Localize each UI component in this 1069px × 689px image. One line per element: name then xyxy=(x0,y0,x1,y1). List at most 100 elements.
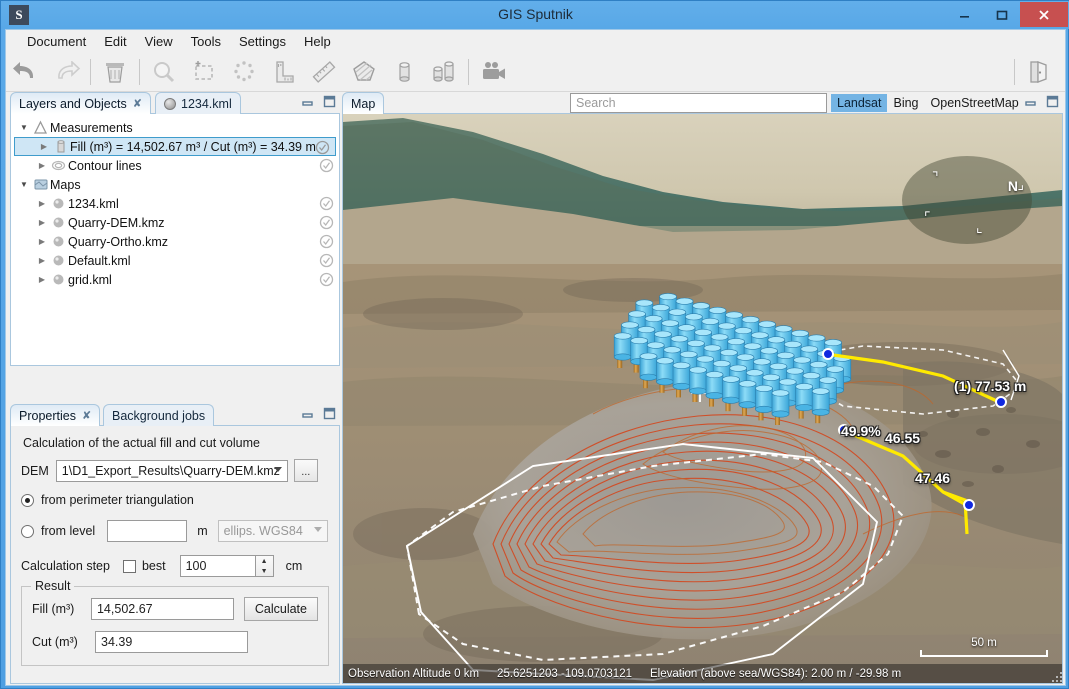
fill-value-input[interactable]: 14,502.67 xyxy=(90,598,234,620)
polygon-select-icon[interactable] xyxy=(224,53,264,91)
radio-from-perimeter[interactable] xyxy=(21,493,34,507)
contour-icon xyxy=(49,158,68,173)
tab-background-jobs[interactable]: Background jobs xyxy=(103,404,215,426)
menu-tools[interactable]: Tools xyxy=(182,32,230,51)
chevron-down-icon[interactable]: ▼ xyxy=(17,123,31,132)
stepper-down-icon[interactable]: ▼ xyxy=(256,566,273,576)
chevron-right-icon[interactable]: ▶ xyxy=(35,218,49,227)
compass-mark-se: ⌞ xyxy=(976,219,983,235)
exit-door-icon[interactable] xyxy=(1019,53,1059,91)
maximize-icon[interactable] xyxy=(983,2,1020,27)
search-input[interactable]: Search xyxy=(570,93,827,113)
close-icon[interactable] xyxy=(1020,2,1068,27)
method-level-row[interactable]: from level m ellips. WGS84 xyxy=(21,520,329,542)
close-icon[interactable]: ✘ xyxy=(133,97,142,110)
tree-row-quarry-dem[interactable]: ▶ Quarry-DEM.kmz xyxy=(11,213,339,232)
calculation-step-stepper[interactable]: ▲ ▼ xyxy=(255,555,274,577)
minimize-icon[interactable] xyxy=(301,407,314,425)
calculate-button[interactable]: Calculate xyxy=(243,597,318,621)
application-window: S GIS Sputnik Document Edit View Tools S… xyxy=(0,0,1069,689)
tree-row-grid-kml[interactable]: ▶ grid.kml xyxy=(11,270,339,289)
undo-icon[interactable] xyxy=(6,53,46,91)
menu-edit[interactable]: Edit xyxy=(95,32,135,51)
cursor-coordinates: 25.6251203 -109.0703121 xyxy=(497,667,632,680)
redo-icon[interactable] xyxy=(46,53,86,91)
basemap-bing[interactable]: Bing xyxy=(887,94,924,112)
map-viewport[interactable]: (1) 77.53 m 49.9% 46.55 47.46 ⌝ N ⌟ ⌜ ⌞ … xyxy=(342,114,1063,684)
visibility-toggle-icon[interactable] xyxy=(319,158,334,173)
tab-map[interactable]: Map xyxy=(342,92,385,114)
calculation-step-input[interactable]: 100 xyxy=(179,555,256,577)
tree-row-measurements[interactable]: ▼ Measurements xyxy=(11,118,339,137)
tree-row-fill-cut[interactable]: ▶ Fill (m³) = 14,502.67 m³ / Cut (m³) = … xyxy=(14,137,336,156)
visibility-toggle-icon[interactable] xyxy=(315,140,330,155)
close-icon[interactable]: ✘ xyxy=(82,409,91,422)
tree-row-quarry-ortho[interactable]: ▶ Quarry-Ortho.kmz xyxy=(11,232,339,251)
chevron-right-icon[interactable]: ▶ xyxy=(35,161,49,170)
ruler-corner-icon[interactable] xyxy=(264,53,304,91)
chevron-right-icon[interactable]: ▶ xyxy=(35,256,49,265)
rectangle-select-icon[interactable] xyxy=(184,53,224,91)
tree-row-default-kml[interactable]: ▶ Default.kml xyxy=(11,251,339,270)
layers-tree-container[interactable]: ▼ Measurements ▶ Fill (m³) = 14,502.67 m… xyxy=(10,114,340,366)
menu-view[interactable]: View xyxy=(136,32,182,51)
radio-from-level[interactable] xyxy=(21,524,34,538)
visibility-toggle-icon[interactable] xyxy=(319,253,334,268)
minimize-icon[interactable] xyxy=(1024,95,1037,113)
basemap-openstreetmap[interactable]: OpenStreetMap xyxy=(925,94,1025,112)
compass-mark-sw: ⌜ xyxy=(924,209,931,225)
compass-widget[interactable]: ⌝ N ⌟ ⌜ ⌞ xyxy=(902,156,1032,244)
trash-icon[interactable] xyxy=(95,53,135,91)
maximize-icon[interactable] xyxy=(1046,95,1059,113)
dem-select[interactable]: 1\D1_Export_Results\Quarry-DEM.kmz xyxy=(55,459,288,482)
resize-grip[interactable] xyxy=(1051,671,1063,683)
search-zoom-icon[interactable] xyxy=(144,53,184,91)
tab-layers-and-objects[interactable]: Layers and Objects ✘ xyxy=(10,92,151,114)
dem-browse-button[interactable]: ... xyxy=(293,459,318,482)
cylinder-icon[interactable] xyxy=(384,53,424,91)
maximize-icon[interactable] xyxy=(323,95,336,113)
datum-select[interactable]: ellips. WGS84 xyxy=(217,520,328,542)
chevron-right-icon[interactable]: ▶ xyxy=(35,237,49,246)
measure-vertex[interactable] xyxy=(822,348,834,360)
maximize-icon[interactable] xyxy=(323,407,336,425)
calculation-step-label: Calculation step xyxy=(21,559,110,573)
chevron-down-icon[interactable]: ▼ xyxy=(17,180,31,189)
stepper-up-icon[interactable]: ▲ xyxy=(256,556,273,566)
video-camera-icon[interactable] xyxy=(473,53,513,91)
chevron-right-icon[interactable]: ▶ xyxy=(35,275,49,284)
cut-value-input[interactable]: 34.39 xyxy=(95,631,248,653)
minimize-icon[interactable] xyxy=(946,2,983,27)
tab-1234-kml[interactable]: 1234.kml xyxy=(155,92,241,114)
tree-row-maps[interactable]: ▼ Maps xyxy=(11,175,339,194)
menu-document[interactable]: Document xyxy=(18,32,95,51)
visibility-toggle-icon[interactable] xyxy=(319,196,334,211)
scale-bar-line xyxy=(920,650,1048,657)
visibility-toggle-icon[interactable] xyxy=(319,234,334,249)
tree-row-contour-lines[interactable]: ▶ Contour lines xyxy=(11,156,339,175)
toolbar-separator xyxy=(1014,58,1015,85)
menu-settings[interactable]: Settings xyxy=(230,32,295,51)
chevron-right-icon[interactable]: ▶ xyxy=(37,142,51,151)
visibility-toggle-icon[interactable] xyxy=(319,215,334,230)
measure-vertex[interactable] xyxy=(963,499,975,511)
method-perimeter-row[interactable]: from perimeter triangulation xyxy=(21,493,329,507)
tree-row-1234-kml[interactable]: ▶ 1234.kml xyxy=(11,194,339,213)
area-polygon-icon[interactable] xyxy=(344,53,384,91)
menu-help[interactable]: Help xyxy=(295,32,340,51)
chevron-right-icon[interactable]: ▶ xyxy=(35,199,49,208)
best-label: best xyxy=(141,559,166,573)
tab-properties[interactable]: Properties ✘ xyxy=(10,404,101,426)
bar-volume-icon[interactable] xyxy=(424,53,464,91)
minimize-icon[interactable] xyxy=(301,95,314,113)
best-checkbox[interactable] xyxy=(122,559,136,573)
level-value-input[interactable] xyxy=(107,520,188,542)
visibility-toggle-icon[interactable] xyxy=(319,272,334,287)
measure-vertex[interactable] xyxy=(995,396,1007,408)
tab-1234-kml-label: 1234.kml xyxy=(181,96,232,111)
tree-label: Maps xyxy=(50,177,81,192)
basemap-landsat[interactable]: Landsat xyxy=(831,94,888,112)
ruler-icon[interactable] xyxy=(304,53,344,91)
tree-label: Default.kml xyxy=(68,253,131,268)
measure-label-distance-1: (1) 77.53 m xyxy=(954,378,1027,394)
